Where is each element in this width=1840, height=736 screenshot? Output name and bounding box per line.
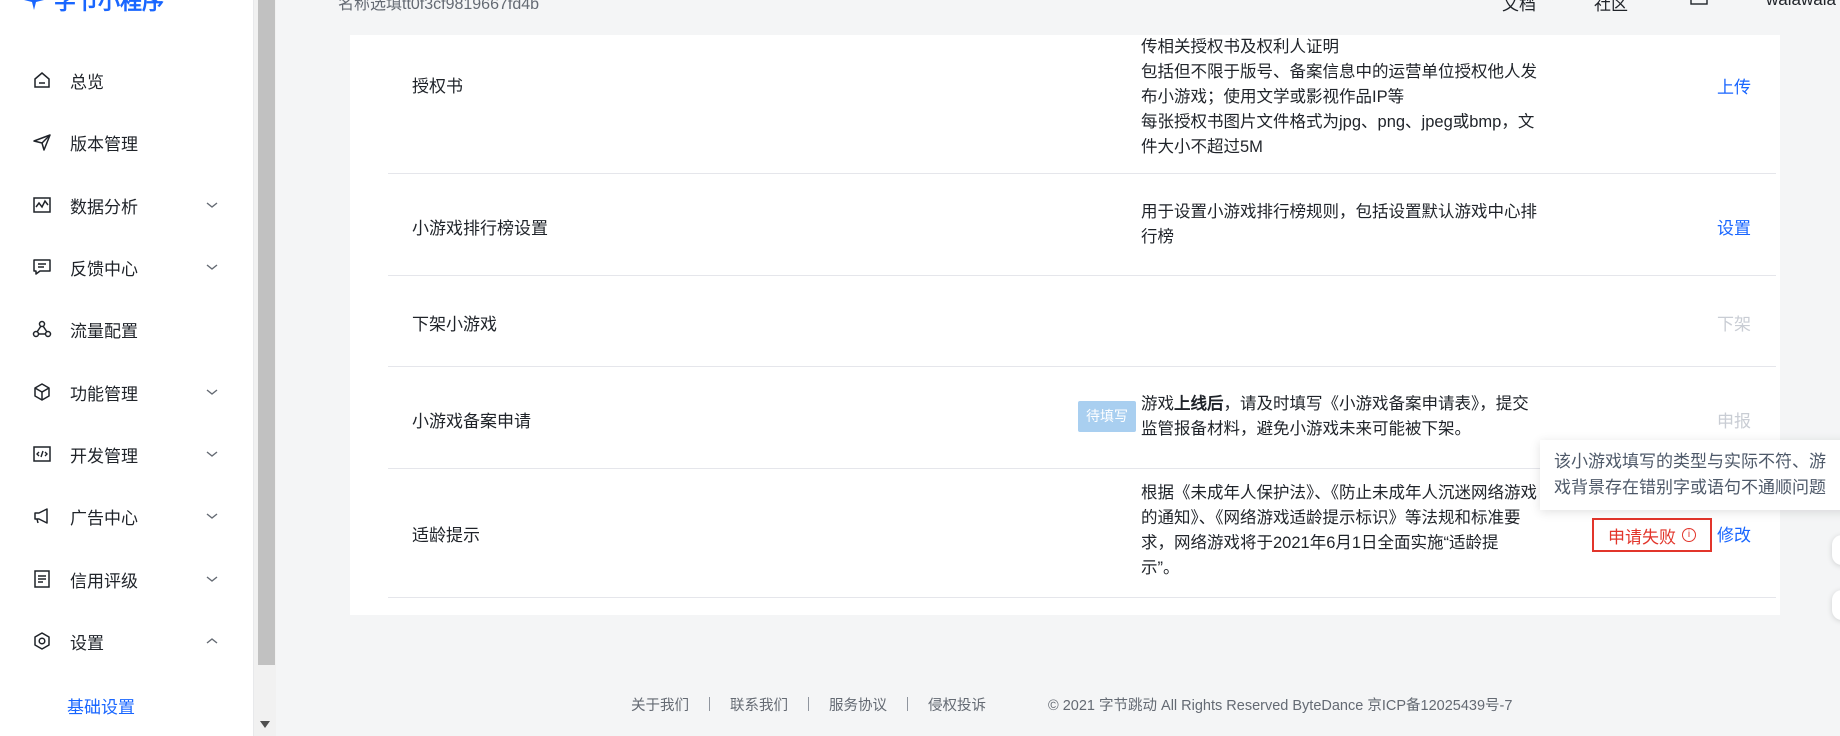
settings-icon <box>32 631 52 651</box>
header-link-docs[interactable]: 文档 <box>1502 0 1536 15</box>
header-app-name[interactable]: 名称选填tt0f3cf9819667fd4b <box>338 0 539 14</box>
sidebar-item-label: 功能管理 <box>70 384 138 404</box>
footer-link-terms[interactable]: 服务协议 <box>829 694 887 715</box>
footer: 关于我们 联系我们 服务协议 侵权投诉 © 2021 字节跳动 All Righ… <box>631 694 1512 714</box>
desc-line: 传相关授权书及权利人证明 <box>1141 38 1339 56</box>
footer-divider <box>808 697 809 711</box>
sidebar-item-feedback[interactable]: 反馈中心 <box>0 245 254 289</box>
desc-line: 每张授权书图片文件格式为jpg、png、jpeg或bmp，文件大小不超过5M <box>1141 113 1535 156</box>
floating-tool-bubble[interactable] <box>1832 535 1840 565</box>
row-description: 游戏上线后，请及时填写《小游戏备案申请表》，提交监管报备材料，避免小游戏未来可能… <box>1141 392 1537 442</box>
sidebar-item-label: 信用评级 <box>70 571 138 591</box>
chevron-up-icon <box>206 638 218 644</box>
chevron-down-icon <box>206 389 218 395</box>
upload-button[interactable]: 上传 <box>1717 73 1751 98</box>
sidebar-item-analytics[interactable]: 数据分析 <box>0 183 254 227</box>
sidebar-item-features[interactable]: 功能管理 <box>0 370 254 414</box>
scroll-down-arrow-icon[interactable] <box>258 718 272 732</box>
row-description: 用于设置小游戏排行榜规则，包括设置默认游戏中心排行榜 <box>1141 203 1537 246</box>
table-row: 小游戏排行榜设置 用于设置小游戏排行榜规则，包括设置默认游戏中心排行榜 设置 <box>388 174 1776 276</box>
failure-reason-tooltip: 该小游戏填写的类型与实际不符、游戏背景存在错别字或语句不通顺问题 <box>1540 440 1840 510</box>
desc-bold-text: 上线后 <box>1174 395 1224 413</box>
chevron-down-icon <box>206 513 218 519</box>
notification-icon[interactable] <box>1690 0 1708 10</box>
sidebar-item-ads[interactable]: 广告中心 <box>0 494 254 538</box>
chevron-down-icon <box>206 202 218 208</box>
row-title: 授权书 <box>412 77 463 96</box>
header-link-community[interactable]: 社区 <box>1594 0 1628 15</box>
declare-button[interactable]: 申报 <box>1717 407 1751 432</box>
row-title: 小游戏排行榜设置 <box>412 219 548 238</box>
table-row: 下架小游戏 下架 <box>388 276 1776 367</box>
list-icon <box>32 569 52 589</box>
status-failed-label: 申请失败 <box>1608 527 1676 547</box>
sidebar-subitem-basic-settings[interactable]: 基础设置 <box>67 693 135 718</box>
sidebar-item-label: 流量配置 <box>70 321 138 341</box>
chevron-down-icon <box>206 451 218 457</box>
desc-text: 游戏 <box>1141 395 1174 413</box>
settings-button[interactable]: 设置 <box>1717 214 1751 239</box>
row-description: 根据《未成年人保护法》、《防止未成年人沉迷网络游戏的通知》、《网络游戏适龄提示标… <box>1141 484 1537 577</box>
floating-tool-bubble[interactable] <box>1832 590 1840 620</box>
app-logo[interactable]: 字节小程序 <box>22 0 164 14</box>
chart-icon <box>32 195 52 215</box>
sidebar-item-traffic[interactable]: 流量配置 <box>0 307 254 351</box>
sidebar-item-label: 开发管理 <box>70 446 138 466</box>
table-row: 授权书 传相关授权书及权利人证明 包括但不限于版号、备案信息中的运营单位授权他人… <box>388 35 1776 174</box>
send-icon <box>32 132 52 152</box>
status-failed-badge[interactable]: 申请失败 i <box>1592 518 1712 552</box>
sidebar-item-label: 反馈中心 <box>70 259 138 279</box>
network-icon <box>32 319 52 339</box>
sidebar-item-settings[interactable]: 设置 <box>0 619 254 663</box>
unpublish-button[interactable]: 下架 <box>1717 310 1751 335</box>
edit-button[interactable]: 修改 <box>1717 521 1751 546</box>
sidebar-item-overview[interactable]: 总览 <box>0 58 254 102</box>
footer-link-about[interactable]: 关于我们 <box>631 694 689 715</box>
sidebar-item-development[interactable]: 开发管理 <box>0 432 254 476</box>
chevron-down-icon <box>206 264 218 270</box>
footer-divider <box>709 697 710 711</box>
sidebar-item-label: 数据分析 <box>70 197 138 217</box>
megaphone-icon <box>32 506 52 526</box>
cube-icon <box>32 382 52 402</box>
message-icon <box>32 257 52 277</box>
logo-icon <box>24 0 44 10</box>
row-title: 下架小游戏 <box>412 315 497 334</box>
sidebar-item-label: 广告中心 <box>70 508 138 528</box>
sidebar: 字节小程序 总览 版本管理 数据分析 反馈中心 流量配置 功能管理 开发管理 广… <box>0 0 254 736</box>
sidebar-item-version[interactable]: 版本管理 <box>0 120 254 164</box>
sidebar-item-credit[interactable]: 信用评级 <box>0 557 254 601</box>
footer-link-contact[interactable]: 联系我们 <box>730 694 788 715</box>
status-badge: 待填写 <box>1078 401 1136 432</box>
row-title: 适龄提示 <box>412 526 480 545</box>
chevron-down-icon <box>206 576 218 582</box>
footer-divider <box>907 697 908 711</box>
sidebar-item-label: 设置 <box>70 633 104 653</box>
row-title: 小游戏备案申请 <box>412 412 531 431</box>
sidebar-item-label: 版本管理 <box>70 134 138 154</box>
home-icon <box>32 70 52 90</box>
header-username[interactable]: walawala <box>1766 0 1836 10</box>
logo-text: 字节小程序 <box>54 0 165 14</box>
sidebar-item-label: 总览 <box>70 72 104 92</box>
row-description: 传相关授权书及权利人证明 包括但不限于版号、备案信息中的运营单位授权他人发布小游… <box>1141 35 1537 160</box>
info-icon[interactable]: i <box>1682 528 1696 542</box>
footer-copyright: © 2021 字节跳动 All Rights Reserved ByteDanc… <box>1048 697 1513 714</box>
sidebar-scrollbar-thumb[interactable] <box>258 0 275 665</box>
code-icon <box>32 444 52 464</box>
footer-link-complaint[interactable]: 侵权投诉 <box>928 694 986 715</box>
desc-line: 包括但不限于版号、备案信息中的运营单位授权他人发布小游戏；使用文学或影视作品IP… <box>1141 63 1537 106</box>
